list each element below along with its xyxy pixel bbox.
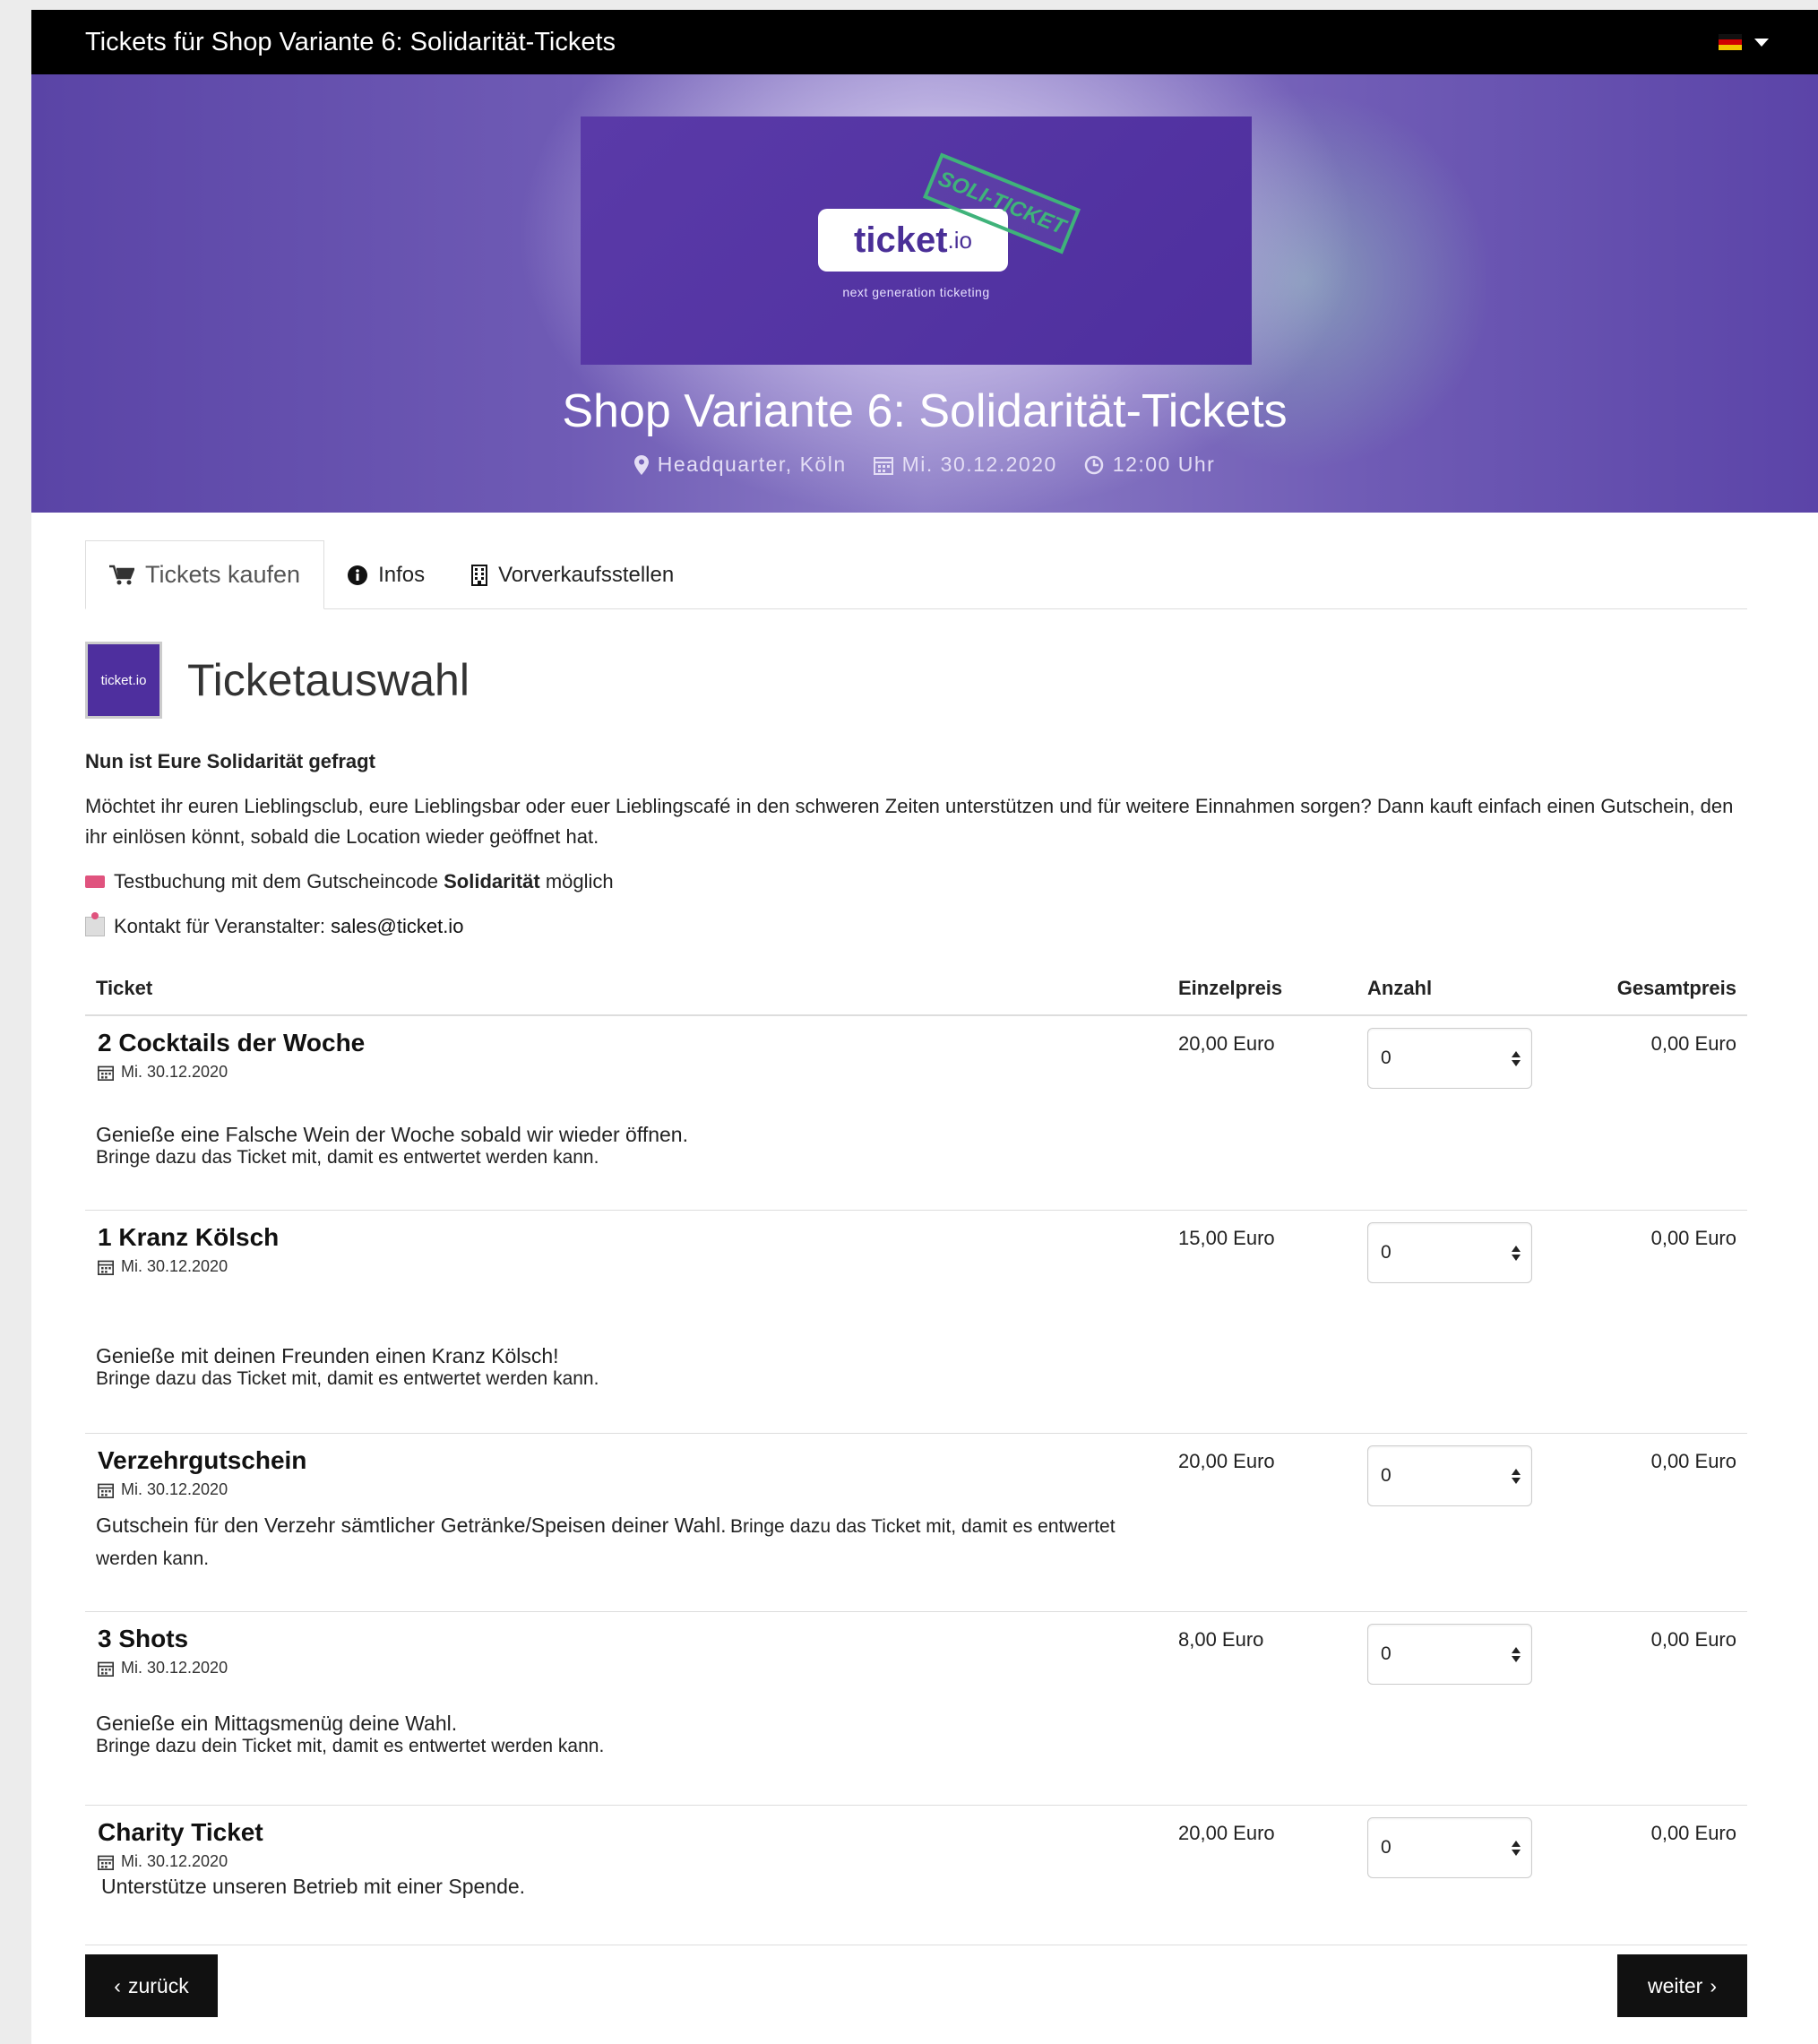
total-price: 0,00 Euro — [1650, 1032, 1736, 1055]
event-date: Mi. 30.12.2020 — [873, 453, 1057, 477]
event-thumbnail: ticket.io — [85, 642, 162, 719]
table-row: 1 Kranz Kölsch Mi. 30.12.2020 Genieße mi… — [85, 1211, 1747, 1434]
calendar-icon — [98, 1855, 114, 1870]
total-price: 0,00 Euro — [1650, 1628, 1736, 1651]
total-price: 0,00 Euro — [1650, 1822, 1736, 1844]
intro-heading: Nun ist Eure Solidarität gefragt — [85, 750, 375, 772]
envelope-emoji-icon — [85, 912, 105, 936]
clock-icon — [1084, 455, 1104, 474]
quantity-stepper[interactable]: 0 — [1367, 1222, 1532, 1283]
intro-paragraph: Möchtet ihr euren Lieblingsclub, eure Li… — [85, 795, 1734, 848]
calendar-icon — [873, 456, 893, 475]
ticket-emoji-icon — [85, 875, 105, 888]
contact-email-link[interactable]: sales@ticket.io — [331, 915, 463, 937]
cart-icon — [109, 565, 134, 584]
event-description: Nun ist Eure Solidarität gefragt Möchtet… — [85, 746, 1752, 956]
quantity-stepper[interactable]: 0 — [1367, 1028, 1532, 1089]
contact-hint: Kontakt für Veranstalter: sales@ticket.i… — [85, 911, 1752, 942]
page-title: Tickets für Shop Variante 6: Solidarität… — [85, 27, 616, 56]
ticket-note: Bringe dazu das Ticket mit, damit es ent… — [96, 1368, 599, 1389]
event-hero: ticket .io SOLI-TICKET next generation ti… — [31, 74, 1818, 513]
tab-tickets-kaufen[interactable]: Tickets kaufen — [85, 540, 325, 609]
logo-tagline: next generation ticketing — [842, 285, 990, 299]
info-icon — [348, 565, 368, 585]
building-icon — [471, 564, 488, 586]
ticket-date: Mi. 30.12.2020 — [98, 1852, 1178, 1871]
event-title: Shop Variante 6: Solidarität-Tickets — [562, 385, 1288, 437]
stepper-arrows-icon[interactable] — [1512, 1468, 1521, 1484]
event-location: Headquarter, Köln — [633, 453, 847, 477]
ticket-name: 2 Cocktails der Woche — [98, 1029, 366, 1056]
top-bar: Tickets für Shop Variante 6: Solidarität… — [31, 10, 1818, 74]
voucher-hint: Testbuchung mit dem Gutscheincode Solida… — [85, 867, 1752, 897]
tab-infos[interactable]: Infos — [324, 541, 448, 608]
language-selector[interactable] — [1719, 34, 1769, 50]
ticket-date: Mi. 30.12.2020 — [98, 1659, 1178, 1677]
next-button[interactable]: weiter › — [1617, 1954, 1747, 2017]
ticket-description: Genieße ein Mittagsmenüg deine Wahl. — [96, 1712, 458, 1735]
stepper-arrows-icon[interactable] — [1512, 1245, 1521, 1261]
back-button[interactable]: ‹ zurück — [85, 1954, 218, 2017]
ticket-selection-header: ticket.io Ticketauswahl — [85, 642, 470, 719]
event-banner-image: ticket .io SOLI-TICKET next generation ti… — [581, 116, 1252, 365]
table-row: Charity Ticket Mi. 30.12.2020 Unterstütz… — [85, 1806, 1747, 1945]
ticket-date: Mi. 30.12.2020 — [98, 1257, 1178, 1276]
stepper-arrows-icon[interactable] — [1512, 1840, 1521, 1856]
ticket-date: Mi. 30.12.2020 — [98, 1480, 1178, 1499]
event-meta: Headquarter, Köln Mi. 30.12.2020 12:00 U… — [31, 453, 1818, 477]
ticket-name: 3 Shots — [98, 1625, 189, 1652]
total-price: 0,00 Euro — [1650, 1227, 1736, 1249]
calendar-icon — [98, 1483, 114, 1498]
section-title: Ticketauswahl — [187, 655, 470, 705]
table-header: Ticket Einzelpreis Anzahl Gesamtpreis — [85, 962, 1747, 1016]
calendar-icon — [98, 1661, 114, 1677]
ticket-description: Unterstütze unseren Betrieb mit einer Sp… — [101, 1875, 526, 1898]
table-row: 2 Cocktails der Woche Mi. 30.12.2020 Gen… — [85, 1016, 1747, 1211]
ticket-table: Ticket Einzelpreis Anzahl Gesamtpreis 2 … — [85, 962, 1747, 1945]
map-marker-icon — [633, 454, 649, 475]
ticket-note: Bringe dazu das Ticket mit, damit es ent… — [96, 1147, 599, 1168]
tab-vorverkaufsstellen[interactable]: Vorverkaufsstellen — [448, 541, 697, 608]
voucher-code: Solidarität — [444, 870, 540, 893]
quantity-stepper[interactable]: 0 — [1367, 1624, 1532, 1685]
chevron-left-icon: ‹ — [114, 1973, 121, 1997]
header-total: Gesamtpreis — [1616, 977, 1736, 999]
quantity-stepper[interactable]: 0 — [1367, 1445, 1532, 1506]
ticket-description: Genieße mit deinen Freunden einen Kranz … — [96, 1344, 559, 1367]
german-flag-icon — [1719, 34, 1742, 50]
tab-bar: Tickets kaufen Infos Vorverkaufsstellen — [85, 540, 1747, 609]
total-price: 0,00 Euro — [1650, 1450, 1736, 1472]
quantity-stepper[interactable]: 0 — [1367, 1817, 1532, 1878]
header-quantity: Anzahl — [1367, 977, 1433, 999]
ticket-name: Charity Ticket — [98, 1818, 263, 1846]
header-unit-price: Einzelpreis — [1178, 977, 1283, 999]
ticket-description: Gutschein für den Verzehr sämtlicher Get… — [96, 1514, 727, 1537]
table-row: 3 Shots Mi. 30.12.2020 Genieße ein Mitta… — [85, 1612, 1747, 1806]
stepper-arrows-icon[interactable] — [1512, 1050, 1521, 1066]
unit-price: 20,00 Euro — [1178, 1822, 1275, 1844]
ticket-description-block: Gutschein für den Verzehr sämtlicher Get… — [96, 1510, 1117, 1576]
ticket-name: 1 Kranz Kölsch — [98, 1223, 280, 1251]
chevron-right-icon: › — [1710, 1973, 1718, 1997]
unit-price: 20,00 Euro — [1178, 1032, 1275, 1055]
ticket-date: Mi. 30.12.2020 — [98, 1063, 1178, 1082]
ticket-name: Verzehrgutschein — [98, 1446, 307, 1474]
unit-price: 15,00 Euro — [1178, 1227, 1275, 1249]
stepper-arrows-icon[interactable] — [1512, 1646, 1521, 1662]
chevron-down-icon — [1754, 38, 1769, 47]
event-time: 12:00 Uhr — [1084, 453, 1216, 477]
header-ticket: Ticket — [96, 977, 153, 999]
page: Tickets für Shop Variante 6: Solidarität… — [31, 10, 1818, 2044]
unit-price: 8,00 Euro — [1178, 1628, 1264, 1651]
table-row: Verzehrgutschein Mi. 30.12.2020 Gutschei… — [85, 1434, 1747, 1612]
ticket-description: Genieße eine Falsche Wein der Woche soba… — [96, 1123, 688, 1146]
ticket-note: Bringe dazu dein Ticket mit, damit es en… — [96, 1736, 605, 1756]
calendar-icon — [98, 1065, 114, 1081]
calendar-icon — [98, 1260, 114, 1275]
unit-price: 20,00 Euro — [1178, 1450, 1275, 1472]
